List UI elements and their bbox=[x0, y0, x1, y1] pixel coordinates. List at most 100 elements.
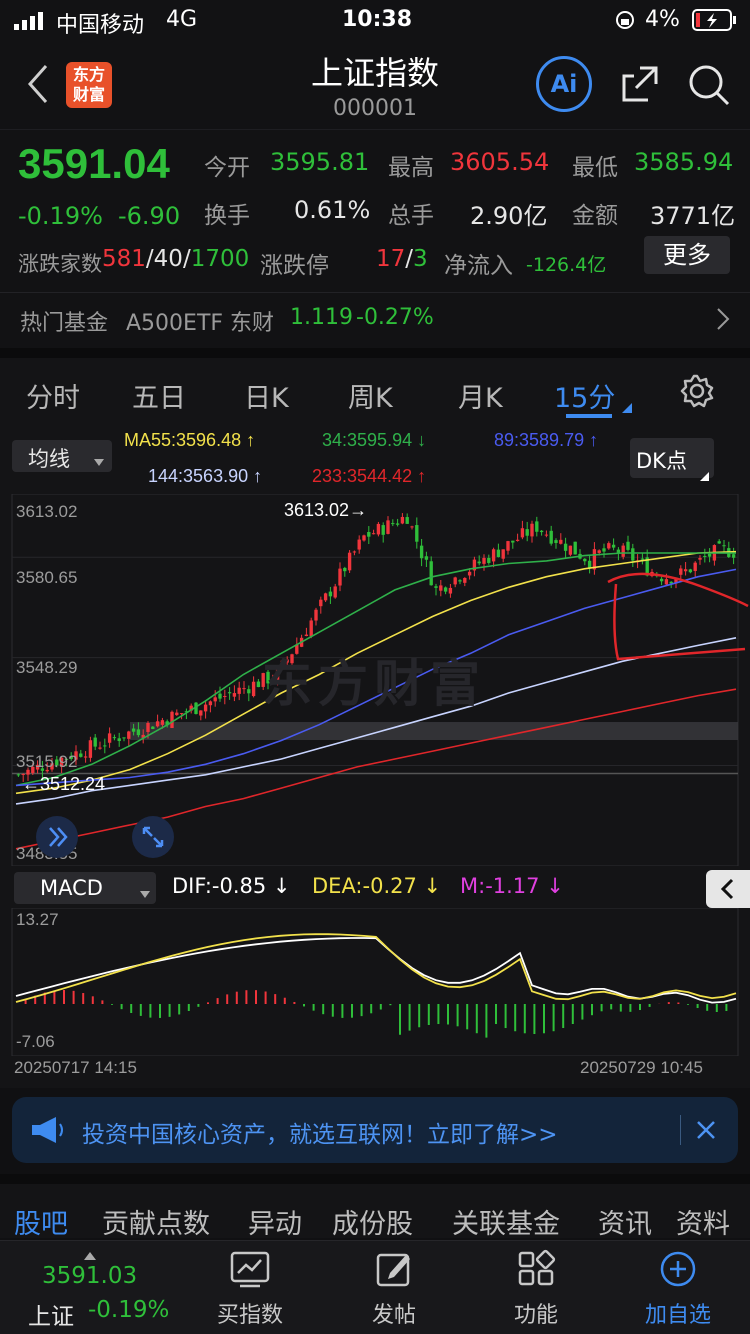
buy-index-button[interactable]: 买指数 bbox=[200, 1249, 300, 1329]
post-label: 发帖 bbox=[371, 1303, 416, 1328]
candle-body bbox=[338, 568, 342, 586]
tab-related-funds[interactable]: 关联基金 bbox=[452, 1202, 560, 1241]
candle-body bbox=[347, 552, 352, 571]
candle-body bbox=[376, 523, 381, 535]
flat-count: 40 bbox=[153, 246, 183, 272]
ai-button[interactable]: Ai bbox=[536, 56, 592, 112]
amount-label: 金额 bbox=[572, 203, 618, 229]
candle-body bbox=[151, 726, 155, 729]
candle-body bbox=[583, 558, 587, 562]
hot-fund-row[interactable]: 热门基金 A500ETF 东财 1.119 -0.27% bbox=[0, 293, 750, 348]
status-bar: 中国移动 4G 10:38 4% bbox=[0, 0, 750, 40]
max-price-marker: 3613.02→ bbox=[284, 500, 368, 520]
candle-body bbox=[227, 692, 232, 694]
candle-body bbox=[429, 561, 433, 586]
search-icon[interactable] bbox=[686, 62, 732, 112]
candle-body bbox=[319, 599, 323, 607]
date-start-label: 20250717 14:15 bbox=[14, 1058, 137, 1077]
candle-body bbox=[415, 525, 419, 542]
candle-body bbox=[79, 753, 83, 757]
candle-body bbox=[160, 720, 165, 725]
candle-body bbox=[88, 740, 93, 758]
collapse-panel-button[interactable] bbox=[706, 870, 750, 908]
candle-body bbox=[117, 738, 121, 742]
y-tick-label: 3548.29 bbox=[16, 658, 78, 677]
chevron-down-icon bbox=[140, 884, 150, 903]
expand-button[interactable] bbox=[132, 816, 174, 858]
dea-value: DEA:-0.27 ↓ bbox=[312, 874, 442, 898]
tab-weekly-k[interactable]: 周K bbox=[348, 376, 393, 415]
candle-body bbox=[434, 586, 438, 588]
tab-15min[interactable]: 15分 bbox=[554, 376, 615, 415]
candle-body bbox=[381, 525, 385, 535]
chevron-down-icon bbox=[94, 452, 104, 471]
settings-gear-icon[interactable] bbox=[680, 374, 714, 412]
candle-body bbox=[554, 540, 558, 543]
candle-body bbox=[559, 539, 563, 544]
share-icon[interactable] bbox=[618, 62, 662, 110]
ma-selector[interactable]: 均线 bbox=[12, 440, 112, 472]
ma34-legend: 34:3595.94 ↓ bbox=[322, 430, 427, 450]
macd-top-label: 13.27 bbox=[16, 910, 59, 929]
hot-fund-name: A500ETF 东财 bbox=[126, 311, 275, 336]
close-icon[interactable] bbox=[694, 1118, 718, 1146]
mini-quote[interactable]: 3591.03 上证 -0.19% bbox=[0, 1241, 180, 1334]
battery-percent: 4% bbox=[645, 7, 680, 32]
candle-body bbox=[439, 585, 443, 591]
candle-body bbox=[107, 733, 112, 743]
candle-body bbox=[611, 544, 616, 548]
candle-body bbox=[496, 549, 501, 557]
candle-body bbox=[535, 521, 539, 532]
macd-chart[interactable] bbox=[0, 908, 750, 1056]
candle-body bbox=[525, 529, 529, 536]
min-price-value: 3512.24 bbox=[40, 774, 106, 794]
post-button[interactable]: 发帖 bbox=[344, 1249, 444, 1329]
tab-contribution[interactable]: 贡献点数 bbox=[102, 1202, 210, 1241]
tab-intraday[interactable]: 分时 bbox=[26, 376, 80, 415]
last-price: 3591.04 bbox=[18, 140, 170, 187]
volume-label: 总手 bbox=[388, 203, 434, 229]
tab-news[interactable]: 资讯 bbox=[598, 1202, 652, 1241]
dk-point-button[interactable]: DK点 bbox=[630, 438, 714, 481]
candle-body bbox=[467, 571, 472, 576]
candle-body bbox=[597, 550, 601, 553]
functions-button[interactable]: 功能 bbox=[486, 1249, 586, 1329]
tab-five-day[interactable]: 五日 bbox=[132, 376, 186, 415]
high-label: 最高 bbox=[388, 155, 434, 181]
low-label: 最低 bbox=[572, 155, 618, 181]
candle-body bbox=[616, 549, 621, 553]
add-watchlist-label: 加自选 bbox=[644, 1303, 711, 1328]
tab-profile[interactable]: 资料 bbox=[676, 1202, 730, 1241]
breadth-sep-2: / bbox=[182, 246, 191, 272]
candle-body bbox=[400, 516, 405, 524]
candle-body bbox=[631, 548, 635, 561]
tab-monthly-k[interactable]: 月K bbox=[458, 376, 503, 415]
fast-forward-button[interactable] bbox=[36, 816, 78, 858]
add-watchlist-button[interactable]: 加自选 bbox=[628, 1249, 728, 1329]
tab-constituents[interactable]: 成份股 bbox=[332, 1202, 413, 1241]
macd-selector[interactable]: MACD bbox=[14, 872, 156, 904]
more-button[interactable]: 更多 bbox=[644, 236, 730, 274]
limit-values: 17/3 bbox=[376, 246, 428, 272]
tab-guba[interactable]: 股吧 bbox=[14, 1202, 68, 1241]
macd-bottom-label: -7.06 bbox=[16, 1032, 55, 1051]
candle-body bbox=[568, 545, 573, 555]
edit-icon bbox=[376, 1253, 410, 1287]
annotation-stroke bbox=[607, 572, 749, 661]
mini-name: 上证 bbox=[28, 1304, 74, 1330]
hot-fund-change: -0.27% bbox=[356, 305, 434, 330]
candle-body bbox=[131, 728, 136, 732]
grid-apps-icon bbox=[518, 1249, 556, 1286]
candle-body bbox=[179, 713, 184, 715]
max-price-value: 3613.02 bbox=[284, 500, 350, 520]
rotation-lock-icon bbox=[614, 9, 636, 37]
promo-banner[interactable]: 投资中国核心资产，就选互联网！立即了解>> bbox=[12, 1097, 738, 1163]
candle-body bbox=[482, 557, 486, 564]
tab-movement[interactable]: 异动 bbox=[248, 1202, 302, 1241]
candle-body bbox=[199, 710, 203, 716]
tab-daily-k[interactable]: 日K bbox=[244, 376, 289, 415]
min-price-marker: ←3512.24 bbox=[22, 774, 106, 794]
candle-body bbox=[256, 681, 261, 688]
candle-body bbox=[371, 533, 376, 535]
header: 东方 财富 上证指数 000001 Ai bbox=[0, 40, 750, 130]
